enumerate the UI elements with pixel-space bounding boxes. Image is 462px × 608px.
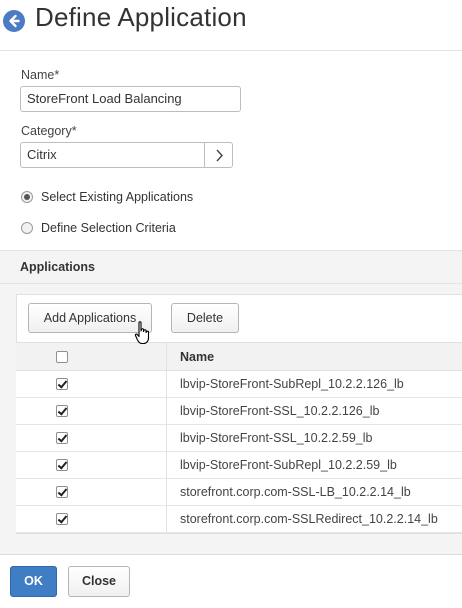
row-name: storefront.corp.com-SSL-LB_10.2.2.14_lb [180, 485, 411, 499]
page-title: Define Application [35, 2, 247, 32]
column-header-name: Name [180, 350, 215, 364]
back-arrow-icon[interactable] [3, 10, 25, 32]
hand-pointer-icon [134, 321, 150, 345]
row-name: lbvip-StoreFront-SubRepl_10.2.2.59_lb [180, 458, 397, 472]
column-divider [166, 371, 167, 398]
radio-label-select-existing: Select Existing Applications [41, 190, 194, 204]
radio-label-define-criteria: Define Selection Criteria [41, 221, 176, 235]
chevron-right-icon [216, 149, 223, 162]
category-select-button[interactable] [204, 142, 233, 168]
category-input[interactable]: Citrix [20, 142, 205, 168]
delete-button[interactable]: Delete [171, 303, 239, 333]
row-checkbox[interactable] [56, 486, 68, 498]
table-row[interactable]: storefront.corp.com-SSLRedirect_10.2.2.1… [16, 506, 462, 533]
name-input[interactable]: StoreFront Load Balancing [20, 86, 241, 112]
page-header: Define Application [0, 0, 462, 44]
row-name: lbvip-StoreFront-SSL_10.2.2.126_lb [180, 404, 380, 418]
table-header: Name [16, 342, 462, 371]
row-name: storefront.corp.com-SSLRedirect_10.2.2.1… [180, 512, 438, 526]
table-row[interactable]: lbvip-StoreFront-SubRepl_10.2.2.126_lb [16, 371, 462, 398]
name-label: Name* [21, 68, 60, 82]
column-divider [166, 343, 167, 370]
column-divider [166, 452, 167, 479]
row-name: lbvip-StoreFront-SubRepl_10.2.2.126_lb [180, 377, 404, 391]
applications-section-header: Applications [0, 250, 462, 284]
dialog-footer: OK Close [0, 554, 462, 608]
select-all-checkbox[interactable] [56, 351, 68, 363]
column-divider [166, 506, 167, 533]
column-divider [166, 425, 167, 452]
section-title: Applications [20, 260, 96, 274]
row-checkbox[interactable] [56, 513, 68, 525]
radio-define-criteria[interactable] [21, 222, 33, 234]
close-button[interactable]: Close [68, 566, 130, 597]
row-checkbox[interactable] [56, 459, 68, 471]
row-checkbox[interactable] [56, 405, 68, 417]
row-checkbox[interactable] [56, 432, 68, 444]
table-row[interactable]: lbvip-StoreFront-SubRepl_10.2.2.59_lb [16, 452, 462, 479]
ok-button[interactable]: OK [10, 566, 57, 597]
table-row[interactable]: storefront.corp.com-SSL-LB_10.2.2.14_lb [16, 479, 462, 506]
column-divider [166, 398, 167, 425]
row-name: lbvip-StoreFront-SSL_10.2.2.59_lb [180, 431, 373, 445]
row-checkbox[interactable] [56, 378, 68, 390]
table-row[interactable]: lbvip-StoreFront-SSL_10.2.2.59_lb [16, 425, 462, 452]
column-divider [166, 479, 167, 506]
category-label: Category* [21, 124, 77, 138]
table-row[interactable]: lbvip-StoreFront-SSL_10.2.2.126_lb [16, 398, 462, 425]
radio-select-existing[interactable] [21, 191, 33, 203]
